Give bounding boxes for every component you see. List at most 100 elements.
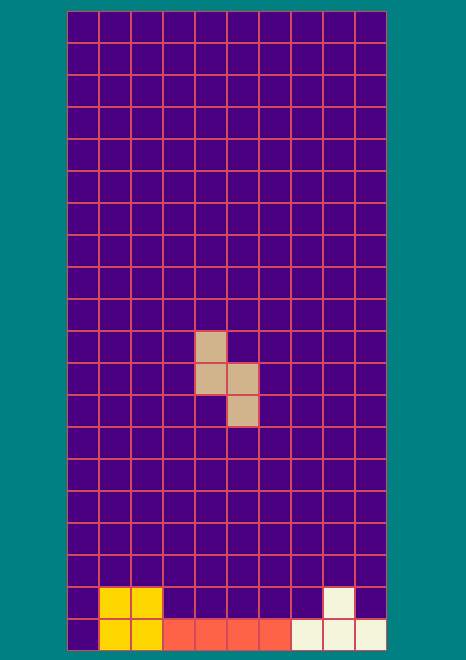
board-cell: [131, 43, 163, 75]
board-cell: [259, 267, 291, 299]
board-cell: [291, 75, 323, 107]
board-cell: [227, 459, 259, 491]
board-cell: [99, 75, 131, 107]
board-cell: [355, 331, 387, 363]
board-cell: [259, 459, 291, 491]
board-cell: [195, 427, 227, 459]
board-cell: [67, 555, 99, 587]
game-board[interactable]: [67, 11, 387, 651]
board-cell: [67, 395, 99, 427]
board-cell: [291, 11, 323, 43]
board-cell: [99, 459, 131, 491]
board-cell: [259, 11, 291, 43]
board-cell: [195, 203, 227, 235]
board-cell: [195, 139, 227, 171]
board-cell: [259, 171, 291, 203]
board-cell: [259, 139, 291, 171]
board-cell: [291, 43, 323, 75]
board-cell: [131, 171, 163, 203]
board-cell: [67, 619, 99, 651]
board-cell: [323, 139, 355, 171]
board-cell: [291, 203, 323, 235]
locked-block: [323, 619, 355, 651]
board-cell: [163, 171, 195, 203]
board-cell: [355, 363, 387, 395]
locked-block: [195, 619, 227, 651]
board-cell: [323, 171, 355, 203]
board-cell: [99, 203, 131, 235]
locked-block: [131, 587, 163, 619]
board-cell: [131, 491, 163, 523]
board-cell: [291, 587, 323, 619]
locked-block: [227, 619, 259, 651]
board-cell: [131, 523, 163, 555]
board-cell: [67, 331, 99, 363]
board-cell: [355, 395, 387, 427]
locked-block: [131, 619, 163, 651]
board-cell: [99, 491, 131, 523]
board-cell: [67, 523, 99, 555]
board-cell: [131, 11, 163, 43]
board-cell: [67, 267, 99, 299]
board-cell: [163, 267, 195, 299]
board-cell: [99, 395, 131, 427]
board-cell: [131, 555, 163, 587]
board-cell: [195, 171, 227, 203]
board-cell: [195, 43, 227, 75]
locked-block: [99, 587, 131, 619]
locked-block: [99, 619, 131, 651]
board-cell: [131, 203, 163, 235]
board-cell: [67, 491, 99, 523]
board-cell: [291, 139, 323, 171]
board-cell: [67, 363, 99, 395]
board-cell: [291, 363, 323, 395]
board-cell: [195, 11, 227, 43]
board-cell: [259, 235, 291, 267]
board-cell: [355, 139, 387, 171]
board-cell: [99, 427, 131, 459]
board-cell: [355, 203, 387, 235]
board-cell: [67, 43, 99, 75]
board-cell: [67, 11, 99, 43]
board-cell: [323, 267, 355, 299]
board-cell: [259, 203, 291, 235]
board-cell: [99, 331, 131, 363]
active-piece-block: [195, 363, 227, 395]
board-cell: [163, 299, 195, 331]
board-cell: [195, 395, 227, 427]
board-cell: [131, 299, 163, 331]
board-cell: [323, 299, 355, 331]
board-cell: [323, 235, 355, 267]
board-cell: [355, 427, 387, 459]
board-cell: [163, 363, 195, 395]
locked-block: [291, 619, 323, 651]
board-cell: [131, 427, 163, 459]
locked-block: [259, 619, 291, 651]
board-cell: [227, 331, 259, 363]
board-cell: [227, 43, 259, 75]
board-cell: [131, 331, 163, 363]
board-cell: [195, 107, 227, 139]
board-cell: [291, 427, 323, 459]
locked-block: [355, 619, 387, 651]
board-cell: [323, 395, 355, 427]
board-cell: [131, 363, 163, 395]
board-cell: [291, 267, 323, 299]
board-cell: [67, 299, 99, 331]
board-cell: [323, 75, 355, 107]
board-cell: [99, 11, 131, 43]
board-cell: [355, 299, 387, 331]
board-cell: [227, 523, 259, 555]
board-cell: [355, 107, 387, 139]
board-cell: [227, 107, 259, 139]
board-cell: [99, 43, 131, 75]
board-cell: [131, 395, 163, 427]
board-cell: [227, 235, 259, 267]
board-cell: [259, 107, 291, 139]
board-cell: [355, 267, 387, 299]
board-cell: [163, 427, 195, 459]
board-cell: [291, 459, 323, 491]
board-cell: [67, 75, 99, 107]
board-cell: [291, 171, 323, 203]
active-piece-block: [227, 363, 259, 395]
